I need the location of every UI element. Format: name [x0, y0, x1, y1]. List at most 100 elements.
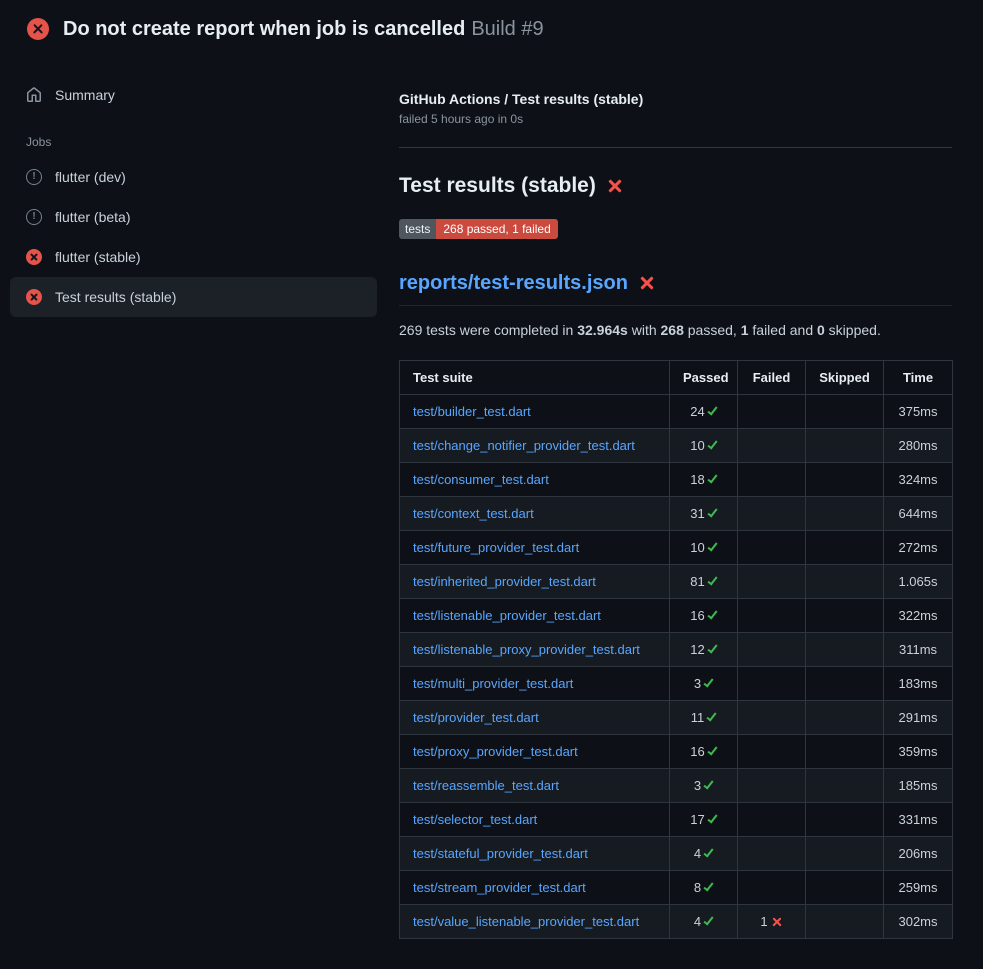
failed-x-icon: [639, 275, 655, 291]
home-icon: [26, 87, 42, 103]
table-row: test/context_test.dart 31 644ms: [400, 497, 953, 531]
section-title: Test results (stable): [399, 173, 952, 198]
time-cell: 291ms: [884, 701, 953, 735]
time-cell: 302ms: [884, 905, 953, 939]
suite-link[interactable]: test/selector_test.dart: [413, 812, 537, 827]
time-cell: 359ms: [884, 735, 953, 769]
sidebar-item-label: Summary: [55, 85, 115, 105]
badge-value: 268 passed, 1 failed: [436, 219, 557, 239]
failed-cell: [738, 565, 806, 599]
suite-link[interactable]: test/consumer_test.dart: [413, 472, 549, 487]
time-cell: 644ms: [884, 497, 953, 531]
check-icon: [707, 745, 717, 756]
summary-passed-count: 268: [661, 322, 684, 338]
failed-cell: [738, 735, 806, 769]
check-icon: [707, 575, 717, 586]
report-link[interactable]: reports/test-results.json: [399, 271, 628, 295]
skipped-cell: [806, 667, 884, 701]
suite-link[interactable]: test/context_test.dart: [413, 506, 534, 521]
run-header: Do not create report when job is cancell…: [0, 0, 983, 51]
sidebar-item-flutter-stable[interactable]: flutter (stable): [10, 237, 377, 277]
badge-label: tests: [399, 219, 436, 239]
breadcrumb: GitHub Actions / Test results (stable): [399, 90, 952, 108]
suite-cell: test/listenable_provider_test.dart: [400, 599, 670, 633]
suite-link[interactable]: test/provider_test.dart: [413, 710, 539, 725]
summary-failed-count: 1: [741, 322, 749, 338]
time-cell: 311ms: [884, 633, 953, 667]
check-icon: [707, 405, 717, 416]
passed-cell: 12: [670, 633, 738, 667]
passed-cell: 81: [670, 565, 738, 599]
time-cell: 272ms: [884, 531, 953, 565]
passed-cell: 4: [670, 837, 738, 871]
failed-status-icon: [26, 289, 42, 305]
table-row: test/inherited_provider_test.dart 81 1.0…: [400, 565, 953, 599]
suite-cell: test/future_provider_test.dart: [400, 531, 670, 565]
skipped-cell: [806, 837, 884, 871]
sidebar-item-label: Test results (stable): [55, 287, 176, 307]
report-title: reports/test-results.json: [399, 271, 952, 306]
suite-link[interactable]: test/multi_provider_test.dart: [413, 676, 573, 691]
suite-cell: test/selector_test.dart: [400, 803, 670, 837]
table-row: test/consumer_test.dart 18 324ms: [400, 463, 953, 497]
suite-cell: test/stateful_provider_test.dart: [400, 837, 670, 871]
skipped-cell: [806, 769, 884, 803]
summary-text: passed,: [684, 322, 741, 338]
suite-cell: test/stream_provider_test.dart: [400, 871, 670, 905]
suite-link[interactable]: test/stream_provider_test.dart: [413, 880, 586, 895]
sidebar-item-label: flutter (dev): [55, 167, 126, 187]
skipped-cell: [806, 701, 884, 735]
failed-cell: [738, 497, 806, 531]
passed-cell: 16: [670, 599, 738, 633]
main-content: GitHub Actions / Test results (stable) f…: [389, 51, 983, 969]
check-icon: [704, 677, 714, 688]
passed-cell: 4: [670, 905, 738, 939]
suite-cell: test/listenable_proxy_provider_test.dart: [400, 633, 670, 667]
sidebar-item-label: flutter (beta): [55, 207, 130, 227]
suite-link[interactable]: test/builder_test.dart: [413, 404, 531, 419]
passed-cell: 18: [670, 463, 738, 497]
sidebar-item-flutter-beta[interactable]: ! flutter (beta): [10, 197, 377, 237]
check-icon: [707, 711, 717, 722]
sidebar-item-summary[interactable]: Summary: [10, 75, 377, 115]
failed-cell: [738, 531, 806, 565]
time-cell: 280ms: [884, 429, 953, 463]
sidebar-item-test-results-stable[interactable]: Test results (stable): [10, 277, 377, 317]
skipped-cell: [806, 395, 884, 429]
summary-line: 269 tests were completed in 32.964s with…: [399, 320, 952, 340]
summary-skipped-count: 0: [817, 322, 825, 338]
suite-cell: test/context_test.dart: [400, 497, 670, 531]
check-icon: [707, 473, 717, 484]
table-row: test/multi_provider_test.dart 3 183ms: [400, 667, 953, 701]
column-header-passed: Passed: [670, 361, 738, 395]
suite-link[interactable]: test/change_notifier_provider_test.dart: [413, 438, 635, 453]
failed-cell: [738, 429, 806, 463]
skipped-cell: [806, 633, 884, 667]
failed-status-icon: [27, 18, 49, 40]
column-header-skipped: Skipped: [806, 361, 884, 395]
suite-link[interactable]: test/stateful_provider_test.dart: [413, 846, 588, 861]
table-row: test/stream_provider_test.dart 8 259ms: [400, 871, 953, 905]
section-title-text: Test results (stable): [399, 173, 596, 198]
suite-link[interactable]: test/proxy_provider_test.dart: [413, 744, 578, 759]
check-icon: [704, 847, 714, 858]
summary-text: skipped.: [825, 322, 881, 338]
table-row: test/value_listenable_provider_test.dart…: [400, 905, 953, 939]
suite-link[interactable]: test/future_provider_test.dart: [413, 540, 579, 555]
suite-link[interactable]: test/listenable_proxy_provider_test.dart: [413, 642, 640, 657]
failed-cell: [738, 837, 806, 871]
summary-text: 269 tests were completed in: [399, 322, 577, 338]
sidebar-item-flutter-dev[interactable]: ! flutter (dev): [10, 157, 377, 197]
suite-link[interactable]: test/listenable_provider_test.dart: [413, 608, 601, 623]
summary-text: with: [628, 322, 661, 338]
table-row: test/builder_test.dart 24 375ms: [400, 395, 953, 429]
passed-cell: 11: [670, 701, 738, 735]
check-icon: [707, 439, 717, 450]
failed-cell: 1: [738, 905, 806, 939]
run-title: Do not create report when job is cancell…: [63, 18, 465, 40]
passed-cell: 16: [670, 735, 738, 769]
time-cell: 1.065s: [884, 565, 953, 599]
suite-link[interactable]: test/value_listenable_provider_test.dart: [413, 914, 639, 929]
suite-link[interactable]: test/inherited_provider_test.dart: [413, 574, 596, 589]
suite-link[interactable]: test/reassemble_test.dart: [413, 778, 559, 793]
